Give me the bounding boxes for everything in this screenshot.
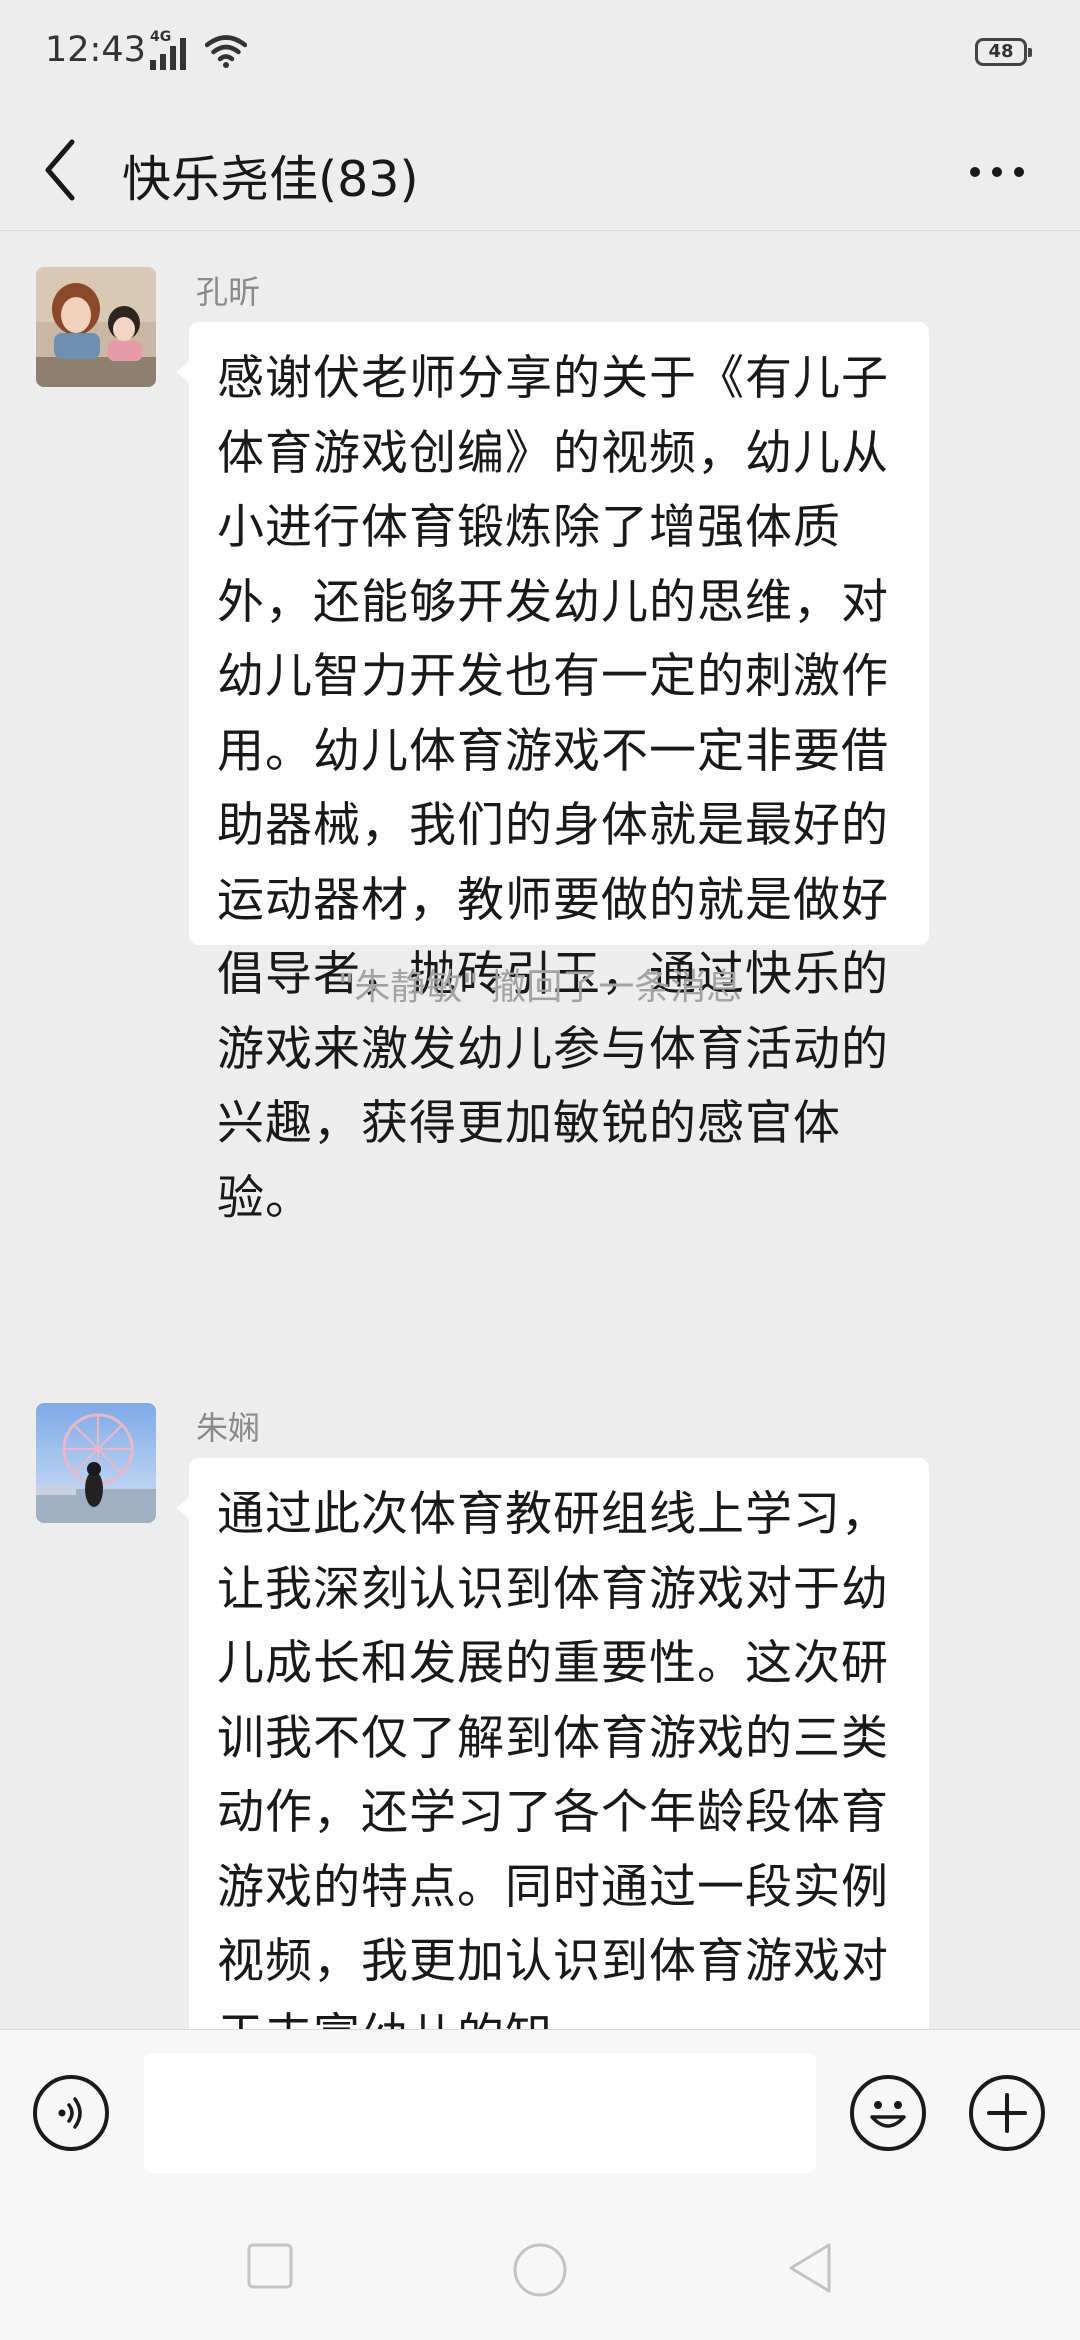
chat-header: 快乐尧佳(83) — [0, 110, 1080, 231]
network-type: 4G — [150, 29, 172, 45]
square-icon[interactable] — [245, 2241, 295, 2291]
sender-name: 朱娴 — [196, 1409, 261, 1447]
emoji-icon[interactable] — [850, 2075, 926, 2151]
input-bar — [0, 2029, 1080, 2200]
message-list[interactable]: 孔昕 感谢伏老师分享的关于《有儿子体育游戏创编》的视频，幼儿从小进行体育锻炼除了… — [0, 231, 1080, 2029]
triangle-icon[interactable] — [785, 2241, 835, 2295]
avatar[interactable] — [36, 267, 156, 387]
wifi-icon — [205, 35, 247, 68]
sender-name: 孔昕 — [196, 273, 261, 311]
status-bar: 12:43 4G 48 — [0, 0, 1080, 110]
voice-icon[interactable] — [33, 2075, 109, 2151]
message-bubble[interactable]: 通过此次体育教研组线上学习，让我深刻认识到体育游戏对于幼儿成长和发展的重要性。这… — [177, 1458, 929, 2029]
battery-icon: 48 — [975, 38, 1032, 66]
circle-icon[interactable] — [511, 2241, 569, 2299]
chat-title: 快乐尧佳(83) — [122, 151, 419, 208]
battery-level: 48 — [988, 41, 1014, 62]
message-input[interactable] — [144, 2053, 816, 2173]
back-arrow-icon[interactable] — [38, 132, 98, 208]
more-dots-icon[interactable] — [962, 152, 1032, 192]
message-bubble[interactable]: 感谢伏老师分享的关于《有儿子体育游戏创编》的视频，幼儿从小进行体育锻炼除了增强体… — [177, 322, 929, 1226]
system-nav-bar — [0, 2199, 1080, 2340]
avatar[interactable] — [36, 1403, 156, 1523]
status-time: 12:43 — [45, 30, 146, 70]
recall-notice: "朱静敏" 撤回了一条消息 — [337, 967, 743, 1008]
plus-icon[interactable] — [969, 2075, 1045, 2151]
cellular-signal-icon: 4G — [150, 30, 196, 70]
